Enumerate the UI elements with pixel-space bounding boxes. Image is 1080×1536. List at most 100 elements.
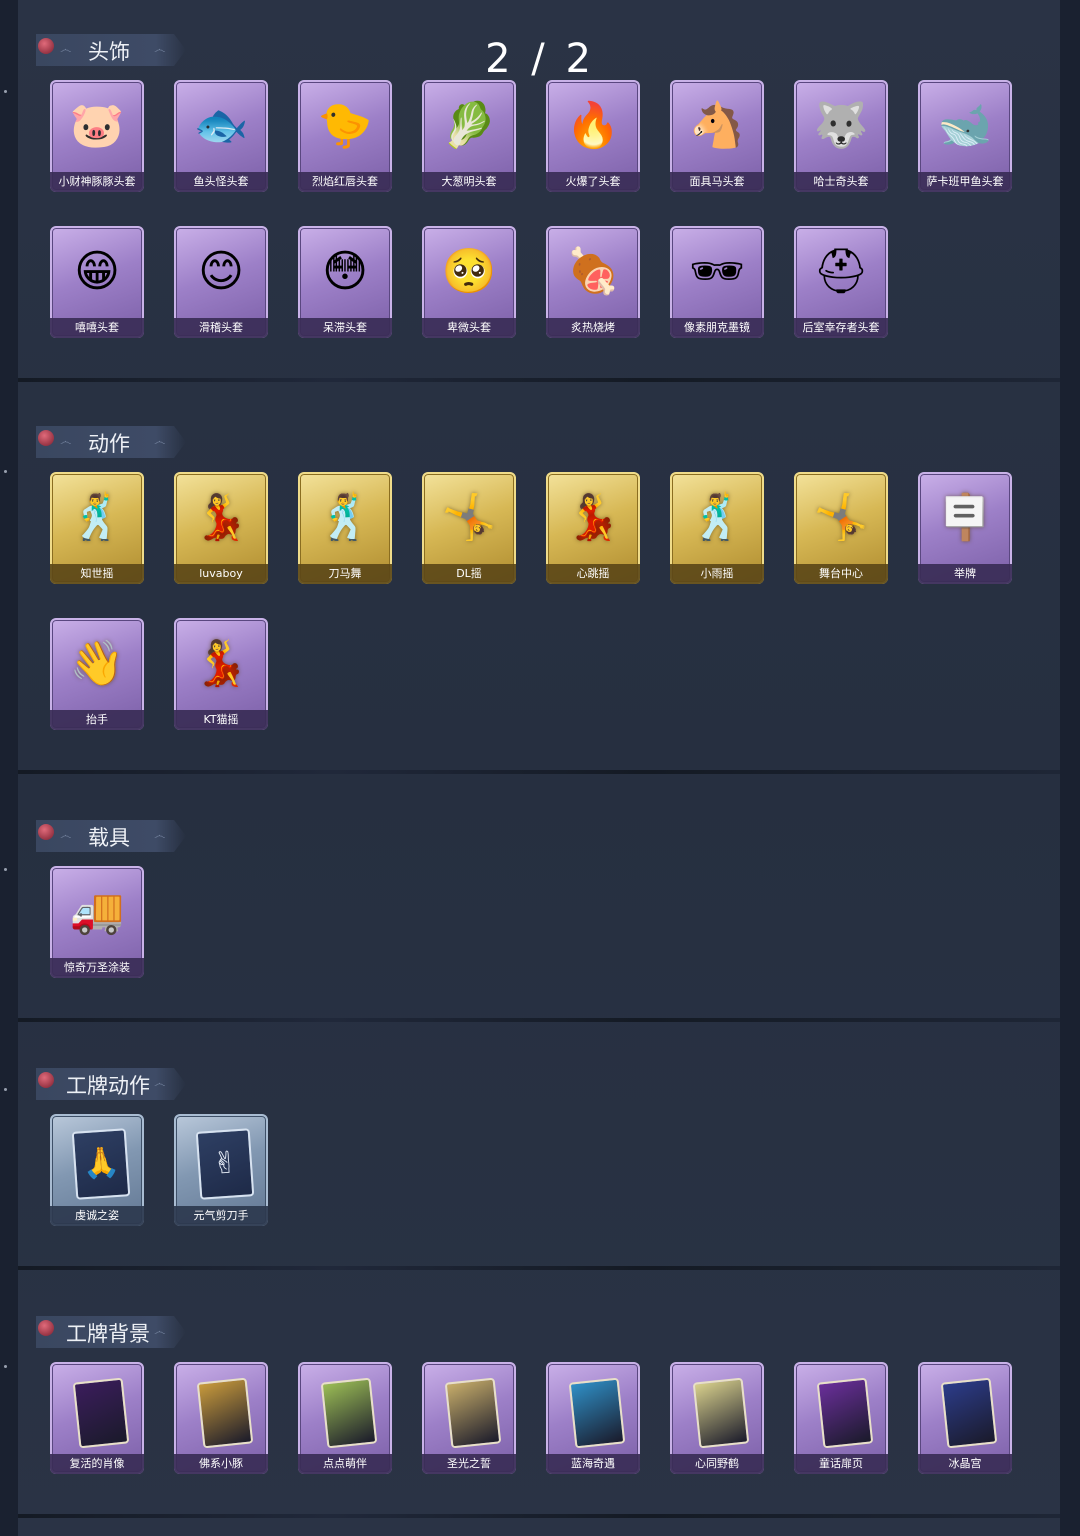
item-label: 小财神豚豚头套	[50, 172, 144, 192]
item-slot[interactable]: 冰晶宫	[918, 1362, 1012, 1474]
item-slot[interactable]: 童话扉页	[794, 1362, 888, 1474]
portrait-card-icon	[72, 1377, 130, 1449]
ice-palace-card-icon	[940, 1377, 998, 1449]
dance-figure-icon: 🕺	[317, 492, 373, 543]
item-slot[interactable]: 🐷 小财神豚豚头套	[50, 80, 144, 192]
item-slot[interactable]: ✌ 元气剪刀手	[174, 1114, 268, 1226]
swirl-icon: ෴	[154, 1324, 166, 1338]
item-label: 像素朋克墨镜	[670, 318, 764, 338]
item-label: 刀马舞	[298, 564, 392, 584]
item-slot[interactable]: 圣光之誓	[422, 1362, 516, 1474]
item-label: 举牌	[918, 564, 1012, 584]
section-title: 工牌动作	[66, 1074, 150, 1098]
pig-head-icon: 🐷	[69, 100, 125, 151]
item-slot[interactable]: 💃 luvaboy	[174, 472, 268, 584]
funny-emoji-icon: 😊	[198, 246, 244, 297]
dance-figure-icon: 🤸	[813, 492, 869, 543]
sign-holding-figure-icon: 🪧	[937, 492, 993, 543]
section-title: 载具	[88, 826, 130, 850]
item-slot[interactable]: 🕺 刀马舞	[298, 472, 392, 584]
item-slot[interactable]: 🐤 烈焰红唇头套	[298, 80, 392, 192]
item-label: luvaboy	[174, 564, 268, 584]
badge-pose-icon: 🙏	[71, 1128, 131, 1200]
hand-raise-figure-icon: 👋	[69, 638, 125, 689]
humble-emoji-icon: 🥺	[441, 246, 497, 297]
item-slot[interactable]: 💃 心跳摇	[546, 472, 640, 584]
item-label: 佛系小豚	[174, 1454, 268, 1474]
item-slot[interactable]: 🐟 鱼头怪头套	[174, 80, 268, 192]
item-label: 抬手	[50, 710, 144, 730]
item-label: 童话扉页	[794, 1454, 888, 1474]
item-slot[interactable]: 👋 抬手	[50, 618, 144, 730]
section-divider	[18, 1266, 1060, 1270]
item-label: DL摇	[422, 564, 516, 584]
item-slot[interactable]: 🥺 卑微头套	[422, 226, 516, 338]
item-slot[interactable]: 💃 KT猫摇	[174, 618, 268, 730]
item-slot[interactable]: 🪧 举牌	[918, 472, 1012, 584]
item-label: 点点萌伴	[298, 1454, 392, 1474]
section-header: 工牌动作 ෴	[36, 1068, 186, 1100]
item-label: 心同野鹤	[670, 1454, 764, 1474]
item-slot[interactable]: 🙏 虔诚之姿	[50, 1114, 144, 1226]
item-slot[interactable]: ⛑ 后室幸存者头套	[794, 226, 888, 338]
item-slot[interactable]: 🕺 小雨摇	[670, 472, 764, 584]
item-slot[interactable]: 心同野鹤	[670, 1362, 764, 1474]
item-label: 呆滞头套	[298, 318, 392, 338]
item-slot[interactable]: 🔥 火爆了头套	[546, 80, 640, 192]
item-slot[interactable]: 佛系小豚	[174, 1362, 268, 1474]
item-slot[interactable]: 复活的肖像	[50, 1362, 144, 1474]
item-label: 后室幸存者头套	[794, 318, 888, 338]
item-slot[interactable]: 😁 嘻嘻头套	[50, 226, 144, 338]
item-slot[interactable]: 🕶 像素朋克墨镜	[670, 226, 764, 338]
gem-icon	[38, 430, 54, 446]
star-decoration	[4, 1088, 7, 1091]
item-slot[interactable]: 蓝海奇遇	[546, 1362, 640, 1474]
item-label: 惊奇万圣涂装	[50, 958, 144, 978]
swirl-icon: ෴	[154, 42, 166, 56]
item-slot[interactable]: 🍖 炙热烧烤	[546, 226, 640, 338]
section-title: 工牌背景	[66, 1322, 150, 1346]
item-slot[interactable]: 🤸 舞台中心	[794, 472, 888, 584]
item-slot[interactable]: 🤸 DL摇	[422, 472, 516, 584]
holy-light-card-icon	[444, 1377, 502, 1449]
item-label: 大葱明头套	[422, 172, 516, 192]
badge-pose-icon: ✌	[195, 1128, 255, 1200]
item-label: 萨卡班甲鱼头套	[918, 172, 1012, 192]
item-label: 蓝海奇遇	[546, 1454, 640, 1474]
star-decoration	[4, 868, 7, 871]
meadow-card-icon	[320, 1377, 378, 1449]
item-slot[interactable]: 点点萌伴	[298, 1362, 392, 1474]
item-label: 元气剪刀手	[174, 1206, 268, 1226]
section-divider	[18, 770, 1060, 774]
item-slot[interactable]: 🐺 哈士奇头套	[794, 80, 888, 192]
item-label: 小雨摇	[670, 564, 764, 584]
item-slot[interactable]: 🕺 知世摇	[50, 472, 144, 584]
dance-figure-icon: 💃	[193, 638, 249, 689]
item-slot[interactable]: 😳 呆滞头套	[298, 226, 392, 338]
item-label: 鱼头怪头套	[174, 172, 268, 192]
item-slot[interactable]: 🐴 面具马头套	[670, 80, 764, 192]
star-decoration	[4, 470, 7, 473]
husky-head-icon: 🐺	[813, 100, 869, 151]
horse-head-icon: 🐴	[689, 100, 745, 151]
dance-figure-icon: 🕺	[689, 492, 745, 543]
gas-mask-helmet-icon: ⛑	[813, 246, 869, 297]
item-slot[interactable]: 🐋 萨卡班甲鱼头套	[918, 80, 1012, 192]
swirl-icon: ෴	[154, 434, 166, 448]
section-header: ෴ 头饰 ෴	[36, 34, 186, 66]
item-label: 炙热烧烤	[546, 318, 640, 338]
gem-icon	[38, 1320, 54, 1336]
section-divider	[18, 378, 1060, 382]
item-label: 面具马头套	[670, 172, 764, 192]
item-label: 心跳摇	[546, 564, 640, 584]
item-slot[interactable]: 😊 滑稽头套	[174, 226, 268, 338]
item-slot[interactable]: 🚚 惊奇万圣涂装	[50, 866, 144, 978]
ocean-card-icon	[568, 1377, 626, 1449]
item-slot[interactable]: 🥬 大葱明头套	[422, 80, 516, 192]
fire-head-icon: 🔥	[565, 100, 621, 151]
section-divider	[18, 1514, 1060, 1518]
item-label: 知世摇	[50, 564, 144, 584]
swirl-icon: ෴	[60, 828, 72, 842]
section-title: 动作	[88, 432, 130, 456]
dance-figure-icon: 💃	[565, 492, 621, 543]
